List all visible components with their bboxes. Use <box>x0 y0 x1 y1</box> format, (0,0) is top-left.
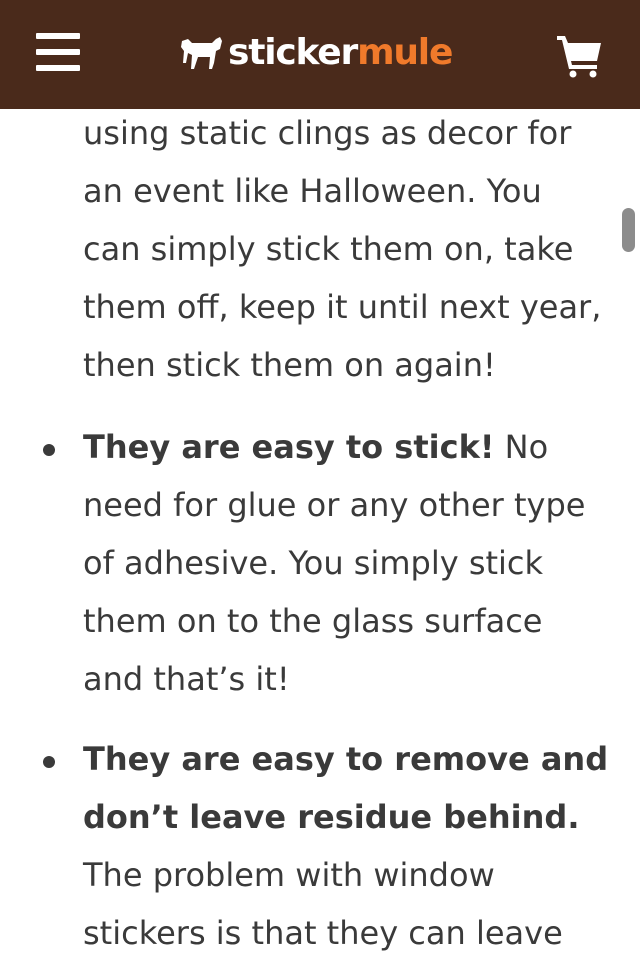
text-line: then stick them on again! <box>83 346 496 384</box>
menu-bar <box>36 33 80 39</box>
text-line: of adhesive. You simply stick <box>83 544 544 582</box>
stickermule-logo[interactable]: stickermule <box>178 28 453 78</box>
bullet-heading: They are easy to stick! <box>83 428 495 466</box>
bullet-item-easy-to-remove: They are easy to remove and don’t leave … <box>83 730 613 959</box>
scrollbar-thumb[interactable] <box>622 208 635 252</box>
intro-paragraph: using static clings as decor for an even… <box>83 104 613 394</box>
bullet-heading: They are easy to remove and <box>83 740 609 778</box>
logo-text-sticker: sticker <box>228 32 358 73</box>
cart-glyph <box>557 36 601 78</box>
bullet-item-easy-to-stick: They are easy to stick! No need for glue… <box>83 418 613 708</box>
text-line: an event like Halloween. You <box>83 172 542 210</box>
text-line: They are easy to stick! No <box>83 418 613 476</box>
bullet-point <box>43 756 55 768</box>
bullet-heading: don’t leave residue behind. <box>83 798 580 836</box>
hamburger-menu-icon[interactable] <box>36 31 82 73</box>
text-line: them off, keep it until next year, <box>83 288 602 326</box>
text-line: The problem with window <box>83 856 495 894</box>
site-header: stickermule <box>0 0 640 109</box>
mule-logo-icon <box>181 37 222 69</box>
text-line: them on to the glass surface <box>83 602 543 640</box>
text-line: can simply stick them on, take <box>83 230 574 268</box>
menu-bar <box>36 65 80 71</box>
bullet-point <box>43 444 55 456</box>
text-line: stickers is that they can leave <box>83 914 563 952</box>
text-line: and that’s it! <box>83 660 290 698</box>
bullet-text: No <box>494 428 549 466</box>
shopping-cart-icon[interactable] <box>555 34 605 78</box>
logo-text-mule: mule <box>357 32 453 73</box>
menu-bar <box>36 49 80 55</box>
text-line: need for glue or any other type <box>83 486 586 524</box>
text-line: using static clings as decor for <box>83 114 572 152</box>
